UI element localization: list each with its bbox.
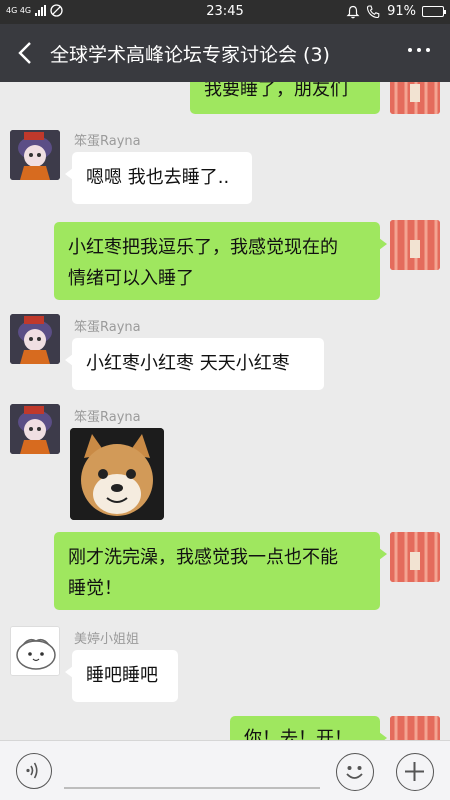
message-bubble[interactable]: 你！去！开！ — [230, 716, 387, 740]
message-bubble[interactable]: 我要睡了，朋友们 — [190, 82, 380, 114]
message-input[interactable] — [64, 787, 320, 789]
message-item: 笨蛋Rayna — [0, 402, 450, 522]
status-bar: 4G 4G 23:45 91% — [0, 0, 450, 24]
message-item: 笨蛋Rayna 嗯嗯 我也去睡了.. — [0, 130, 450, 210]
avatar[interactable] — [390, 716, 440, 740]
chat-header: 全球学术高峰论坛专家讨论会 (3) — [0, 24, 450, 82]
more-dots-icon — [408, 48, 412, 52]
message-item: 笨蛋Rayna 小红枣小红枣 天天小红枣 — [0, 314, 450, 390]
avatar[interactable] — [390, 220, 440, 270]
message-text: 我要睡了，朋友们 — [204, 82, 348, 100]
voice-button[interactable] — [16, 753, 52, 789]
message-item: 我要睡了，朋友们 — [0, 82, 450, 116]
message-text: 小红枣小红枣 天天小红枣 — [86, 353, 290, 374]
chevron-left-icon — [18, 42, 31, 64]
more-button[interactable] — [408, 48, 430, 52]
message-item: 美婷小姐姐 睡吧睡吧 — [0, 626, 450, 702]
avatar[interactable] — [390, 82, 440, 114]
sender-name: 笨蛋Rayna — [74, 410, 141, 425]
back-button[interactable] — [12, 38, 40, 68]
message-text: 嗯嗯 我也去睡了.. — [86, 167, 230, 188]
emoji-icon — [346, 766, 363, 779]
message-text: 睡吧睡吧 — [86, 665, 158, 686]
message-bubble[interactable]: 刚才洗完澡，我感觉我一点也不能 睡觉！ — [54, 532, 387, 610]
sender-name: 笨蛋Rayna — [74, 134, 141, 149]
chat-title: 全球学术高峰论坛专家讨论会 (3) — [50, 44, 330, 66]
message-bubble[interactable]: 小红枣小红枣 天天小红枣 — [65, 338, 324, 390]
avatar[interactable] — [10, 404, 60, 454]
message-text-line: 刚才洗完澡，我感觉我一点也不能 — [68, 547, 338, 568]
message-text-line: 睡觉！ — [68, 578, 122, 599]
call-icon — [367, 4, 380, 18]
emoji-button[interactable] — [336, 753, 374, 791]
plus-icon — [405, 762, 424, 781]
plus-button[interactable] — [396, 753, 434, 791]
message-text-line: 小红枣把我逗乐了，我感觉现在的 — [68, 237, 338, 258]
message-bubble[interactable]: 嗯嗯 我也去睡了.. — [65, 152, 252, 204]
shiba-dog-sticker[interactable] — [70, 428, 164, 520]
avatar[interactable] — [10, 130, 60, 180]
avatar[interactable] — [10, 314, 60, 364]
message-bubble[interactable]: 小红枣把我逗乐了，我感觉现在的 情绪可以入睡了 — [54, 222, 387, 300]
sender-name: 美婷小姐姐 — [74, 632, 140, 647]
message-item: 刚才洗完澡，我感觉我一点也不能 睡觉！ — [0, 530, 450, 612]
input-bar — [0, 740, 450, 800]
avatar[interactable] — [10, 626, 60, 676]
battery-icon — [422, 6, 446, 17]
avatar[interactable] — [390, 532, 440, 582]
sender-name: 笨蛋Rayna — [74, 320, 141, 335]
chat-area[interactable]: 我要睡了，朋友们 笨蛋Rayna 嗯嗯 我也去睡了.. 小红枣把我逗乐了，我感觉… — [0, 82, 450, 740]
message-text: 你！去！开！ — [244, 728, 352, 740]
message-item: 你！去！开！ — [0, 716, 450, 740]
voice-icon — [26, 762, 38, 779]
battery-percent: 91% — [387, 4, 416, 19]
alarm-bell-icon — [346, 5, 360, 18]
message-text-line: 情绪可以入睡了 — [68, 268, 194, 289]
message-bubble[interactable]: 睡吧睡吧 — [65, 650, 178, 702]
message-item: 小红枣把我逗乐了，我感觉现在的 情绪可以入睡了 — [0, 218, 450, 300]
